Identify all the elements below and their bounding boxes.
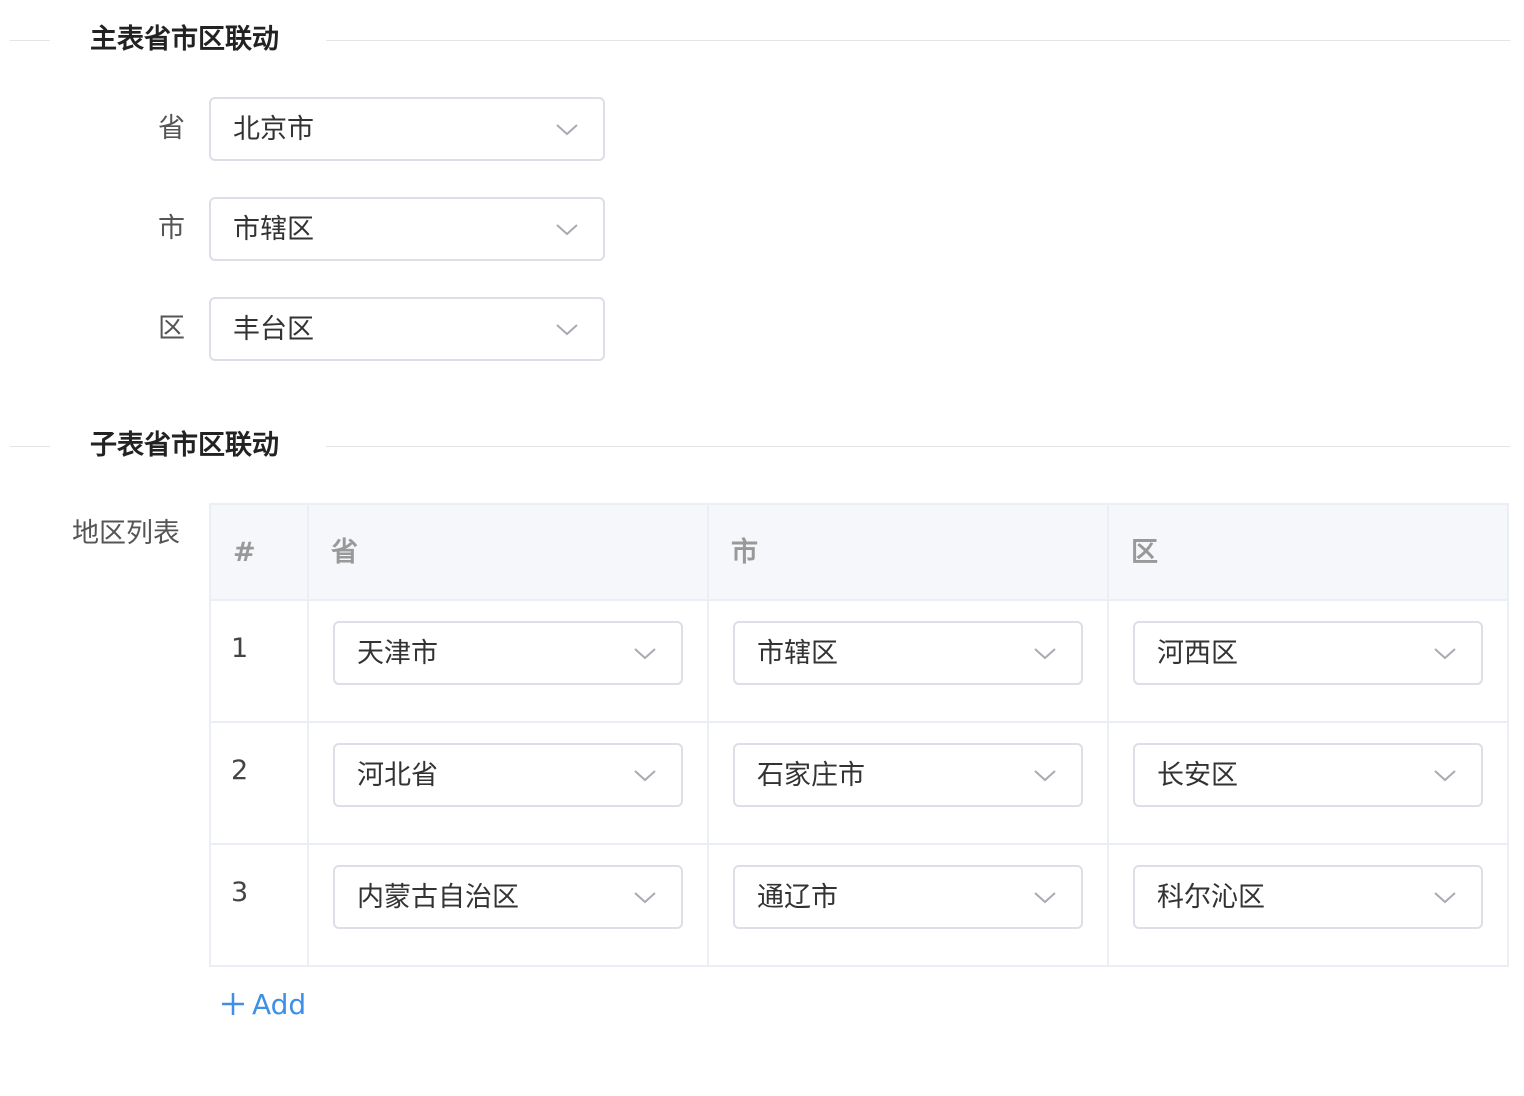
region-list-label: 地区列表 bbox=[72, 518, 180, 549]
row-city-select[interactable]: 市辖区 bbox=[733, 621, 1083, 685]
main-city-row: 市 市辖区 bbox=[0, 197, 640, 261]
chevron-down-icon bbox=[633, 887, 657, 907]
select-value: 石家庄市 bbox=[757, 760, 865, 791]
main-district-label: 区 bbox=[158, 313, 185, 344]
chevron-down-icon bbox=[1433, 887, 1457, 907]
select-value: 北京市 bbox=[233, 114, 314, 145]
row-district-select[interactable]: 长安区 bbox=[1133, 743, 1483, 807]
main-city-select[interactable]: 市辖区 bbox=[209, 197, 605, 261]
main-district-select[interactable]: 丰台区 bbox=[209, 297, 605, 361]
plus-icon bbox=[220, 991, 246, 1017]
row-index: 3 bbox=[231, 877, 249, 908]
main-city-label: 市 bbox=[158, 213, 185, 244]
region-table: # 省 市 区 1 天津市 市辖区 河西区 2 河北省 石家庄市 长安区 3 内… bbox=[209, 503, 1509, 967]
row-index: 2 bbox=[231, 755, 249, 786]
select-value: 市辖区 bbox=[757, 638, 838, 669]
main-section-divider: 主表省市区联动 bbox=[10, 20, 1510, 60]
row-district-select[interactable]: 科尔沁区 bbox=[1133, 865, 1483, 929]
row-province-select[interactable]: 河北省 bbox=[333, 743, 683, 807]
chevron-down-icon bbox=[1033, 765, 1057, 785]
add-row-button[interactable]: Add bbox=[220, 984, 306, 1024]
divider-line-right bbox=[326, 40, 1510, 41]
main-district-row: 区 丰台区 bbox=[0, 297, 640, 361]
row-province-select[interactable]: 天津市 bbox=[333, 621, 683, 685]
row-city-select[interactable]: 通辽市 bbox=[733, 865, 1083, 929]
row-city-select[interactable]: 石家庄市 bbox=[733, 743, 1083, 807]
table-row: 2 河北省 石家庄市 长安区 bbox=[211, 723, 1507, 845]
main-section-title: 主表省市区联动 bbox=[90, 24, 279, 55]
select-value: 科尔沁区 bbox=[1157, 882, 1265, 913]
select-value: 丰台区 bbox=[233, 314, 314, 345]
column-header-province: 省 bbox=[331, 537, 358, 568]
divider-line-left bbox=[10, 446, 50, 447]
chevron-down-icon bbox=[1433, 765, 1457, 785]
select-value: 通辽市 bbox=[757, 882, 838, 913]
main-province-label: 省 bbox=[158, 113, 185, 144]
select-value: 河西区 bbox=[1157, 638, 1238, 669]
chevron-down-icon bbox=[555, 219, 579, 239]
add-button-label: Add bbox=[252, 987, 307, 1021]
select-value: 天津市 bbox=[357, 638, 438, 669]
divider-line-right bbox=[326, 446, 1510, 447]
column-header-district: 区 bbox=[1131, 537, 1158, 568]
chevron-down-icon bbox=[1033, 887, 1057, 907]
row-index: 1 bbox=[231, 633, 249, 664]
select-value: 内蒙古自治区 bbox=[357, 882, 519, 913]
chevron-down-icon bbox=[555, 319, 579, 339]
main-province-row: 省 北京市 bbox=[0, 97, 640, 161]
column-separator bbox=[307, 505, 309, 965]
table-header: # 省 市 区 bbox=[211, 505, 1507, 601]
column-separator bbox=[707, 505, 709, 965]
table-row: 1 天津市 市辖区 河西区 bbox=[211, 601, 1507, 723]
select-value: 河北省 bbox=[357, 760, 438, 791]
select-value: 市辖区 bbox=[233, 214, 314, 245]
sub-section-title: 子表省市区联动 bbox=[90, 430, 279, 461]
column-separator bbox=[1107, 505, 1109, 965]
chevron-down-icon bbox=[1033, 643, 1057, 663]
select-value: 长安区 bbox=[1157, 760, 1238, 791]
row-province-select[interactable]: 内蒙古自治区 bbox=[333, 865, 683, 929]
row-district-select[interactable]: 河西区 bbox=[1133, 621, 1483, 685]
sub-section-divider: 子表省市区联动 bbox=[10, 426, 1510, 466]
column-header-index: # bbox=[233, 537, 256, 568]
form-page: 主表省市区联动 省 北京市 市 市辖区 区 丰台区 子表省市区联动 地区列表 #… bbox=[0, 0, 1524, 1096]
column-header-city: 市 bbox=[731, 537, 758, 568]
table-row: 3 内蒙古自治区 通辽市 科尔沁区 bbox=[211, 845, 1507, 967]
main-province-select[interactable]: 北京市 bbox=[209, 97, 605, 161]
chevron-down-icon bbox=[633, 643, 657, 663]
chevron-down-icon bbox=[555, 119, 579, 139]
divider-line-left bbox=[10, 40, 50, 41]
chevron-down-icon bbox=[633, 765, 657, 785]
chevron-down-icon bbox=[1433, 643, 1457, 663]
